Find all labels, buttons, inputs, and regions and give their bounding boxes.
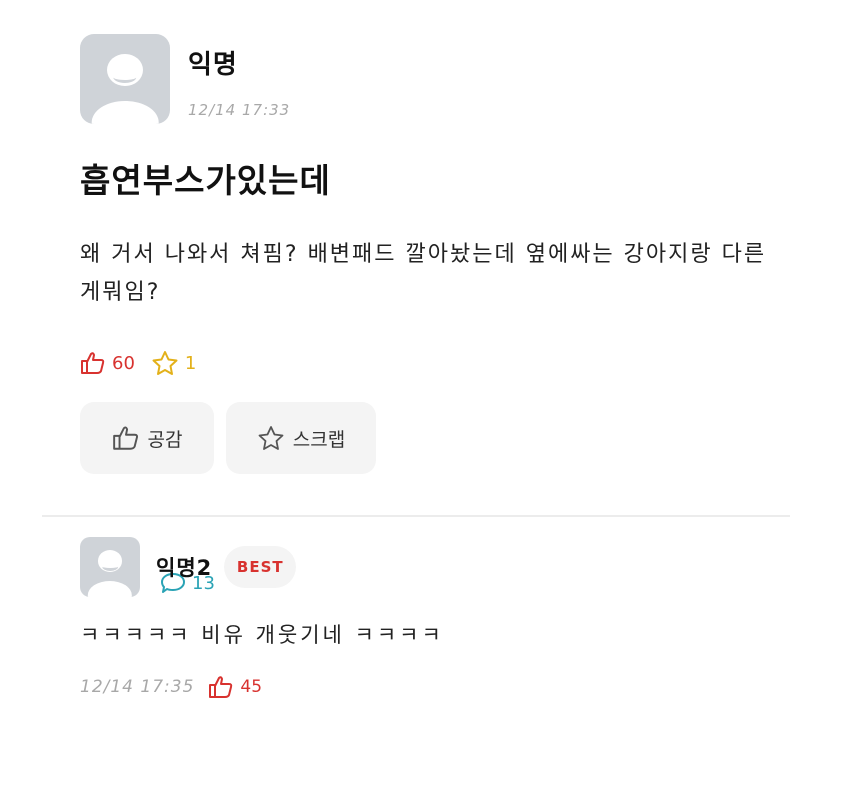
post-body: 왜 거서 나와서 쳐핌? 배변패드 깔아놨는데 옆에싸는 강아지랑 다른게뭐임?	[80, 242, 767, 305]
comment-author-name[interactable]: 익명2	[156, 552, 212, 582]
scrap-count: 1	[184, 352, 197, 374]
post-stats: 60 13 1	[80, 350, 780, 594]
post-actions: 공감 스크랩	[80, 402, 780, 474]
star-icon	[152, 351, 178, 375]
thumbs-up-icon	[81, 352, 105, 374]
like-count-stat: 60	[80, 351, 135, 375]
like-button[interactable]: 공감	[80, 402, 214, 474]
comment-like-button[interactable]: 45	[208, 675, 262, 699]
like-button-label: 공감	[147, 428, 183, 451]
scrap-button-label: 스크랩	[292, 428, 346, 451]
comment-like-count: 45	[240, 677, 263, 697]
like-count: 60	[112, 352, 135, 374]
default-avatar-icon[interactable]	[80, 34, 170, 124]
comment-timestamp: 12/14 17:35	[80, 677, 195, 697]
post-title: 흡연부스가있는데	[80, 161, 331, 200]
post: 익명 12/14 17:33 흡연부스가있는데 왜 거서 나와서 쳐핌? 배변패…	[80, 34, 780, 594]
comment-text: ㅋㅋㅋㅋㅋ 비유 개웃기네 ㅋㅋㅋㅋ	[80, 623, 444, 647]
post-author-row: 익명 12/14 17:33	[80, 34, 780, 124]
post-author-name[interactable]: 익명	[188, 44, 290, 81]
best-badge: BEST	[224, 546, 297, 588]
thumbs-up-icon	[209, 676, 233, 698]
star-icon	[258, 426, 284, 450]
section-divider	[42, 515, 790, 517]
post-timestamp: 12/14 17:33	[188, 101, 291, 119]
thumbs-up-icon	[112, 426, 138, 450]
scrap-button[interactable]: 스크랩	[226, 402, 376, 474]
comment-item: 익명2 BEST ㅋㅋㅋㅋㅋ 비유 개웃기네 ㅋㅋㅋㅋ 12/14 17:35 …	[80, 537, 780, 699]
scrap-count-stat: 1	[151, 350, 196, 376]
comment-footer: 12/14 17:35 45	[80, 675, 780, 699]
post-author-meta: 익명 12/14 17:33	[188, 34, 290, 119]
comment-header: 익명2 BEST	[80, 537, 780, 597]
default-avatar-icon[interactable]	[80, 537, 140, 597]
